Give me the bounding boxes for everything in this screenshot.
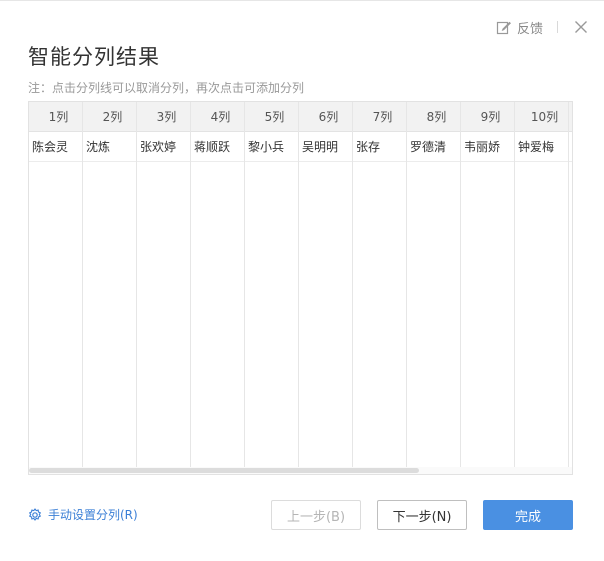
cell-value-partial	[569, 132, 572, 162]
split-preview-grid[interactable]: 1列 陈会灵 2列 沈炼 3列 张欢婷 4列 蒋顺跃 5列 黎小兵 6列 吴明明 7列 张存 8列 罗德清 9列…	[28, 101, 573, 475]
grid-column: 6列 吴明明	[299, 102, 353, 468]
grid-column: 3列 张欢婷	[137, 102, 191, 468]
column-header: 9列	[461, 102, 514, 132]
manual-split-label: 手动设置分列(R)	[48, 508, 138, 522]
dialog-title: 智能分列结果	[28, 45, 160, 69]
grid-columns: 1列 陈会灵 2列 沈炼 3列 张欢婷 4列 蒋顺跃 5列 黎小兵 6列 吴明明 7列 张存 8列 罗德清 9列…	[29, 102, 572, 474]
grid-column: 5列 黎小兵	[245, 102, 299, 468]
column-header: 6列	[299, 102, 352, 132]
cell-value: 罗德清	[407, 132, 460, 162]
feedback-button[interactable]: 反馈	[496, 18, 543, 37]
grid-column: 4列 蒋顺跃	[191, 102, 245, 468]
column-header: 1列	[29, 102, 82, 132]
cell-value: 蒋顺跃	[191, 132, 244, 162]
column-header: 10列	[515, 102, 568, 132]
cell-value: 黎小兵	[245, 132, 298, 162]
grid-column: 1列 陈会灵	[29, 102, 83, 468]
prev-step-button[interactable]: 上一步(B)	[271, 500, 361, 530]
done-button[interactable]: 完成	[483, 500, 573, 530]
cell-value: 陈会灵	[29, 132, 82, 162]
column-header: 7列	[353, 102, 406, 132]
cell-value: 钟爱梅	[515, 132, 568, 162]
grid-column: 8列 罗德清	[407, 102, 461, 468]
top-divider	[0, 0, 604, 1]
cell-value: 韦丽娇	[461, 132, 514, 162]
feedback-label: 反馈	[516, 21, 543, 37]
column-header-partial	[569, 102, 572, 132]
grid-column: 7列 张存	[353, 102, 407, 468]
grid-column: 2列 沈炼	[83, 102, 137, 468]
split-result-dialog: 反馈 智能分列结果 注：点击分列线可以取消分列，再次点击可添加分列 1列 陈会灵 2…	[0, 0, 604, 561]
column-header: 3列	[137, 102, 190, 132]
hint-note: 注：点击分列线可以取消分列，再次点击可添加分列	[28, 81, 305, 95]
grid-column: 9列 韦丽娇	[461, 102, 515, 468]
edit-icon	[496, 21, 511, 34]
horizontal-scrollbar[interactable]	[29, 467, 572, 474]
column-header: 8列	[407, 102, 460, 132]
close-icon	[575, 21, 587, 33]
scrollbar-thumb[interactable]	[29, 468, 419, 473]
cell-value: 沈炼	[83, 132, 136, 162]
column-header: 5列	[245, 102, 298, 132]
cell-value: 张存	[353, 132, 406, 162]
gear-icon	[29, 507, 41, 521]
close-button[interactable]	[572, 18, 590, 36]
next-step-button[interactable]: 下一步(N)	[377, 500, 467, 530]
cell-value: 张欢婷	[137, 132, 190, 162]
header-separator	[557, 21, 558, 33]
column-header: 2列	[83, 102, 136, 132]
grid-column: 10列 钟爱梅	[515, 102, 569, 468]
grid-column-partial	[569, 102, 572, 468]
manual-split-link[interactable]: 手动设置分列(R)	[28, 506, 138, 523]
cell-value: 吴明明	[299, 132, 352, 162]
column-header: 4列	[191, 102, 244, 132]
header-tools: 反馈	[496, 16, 590, 38]
